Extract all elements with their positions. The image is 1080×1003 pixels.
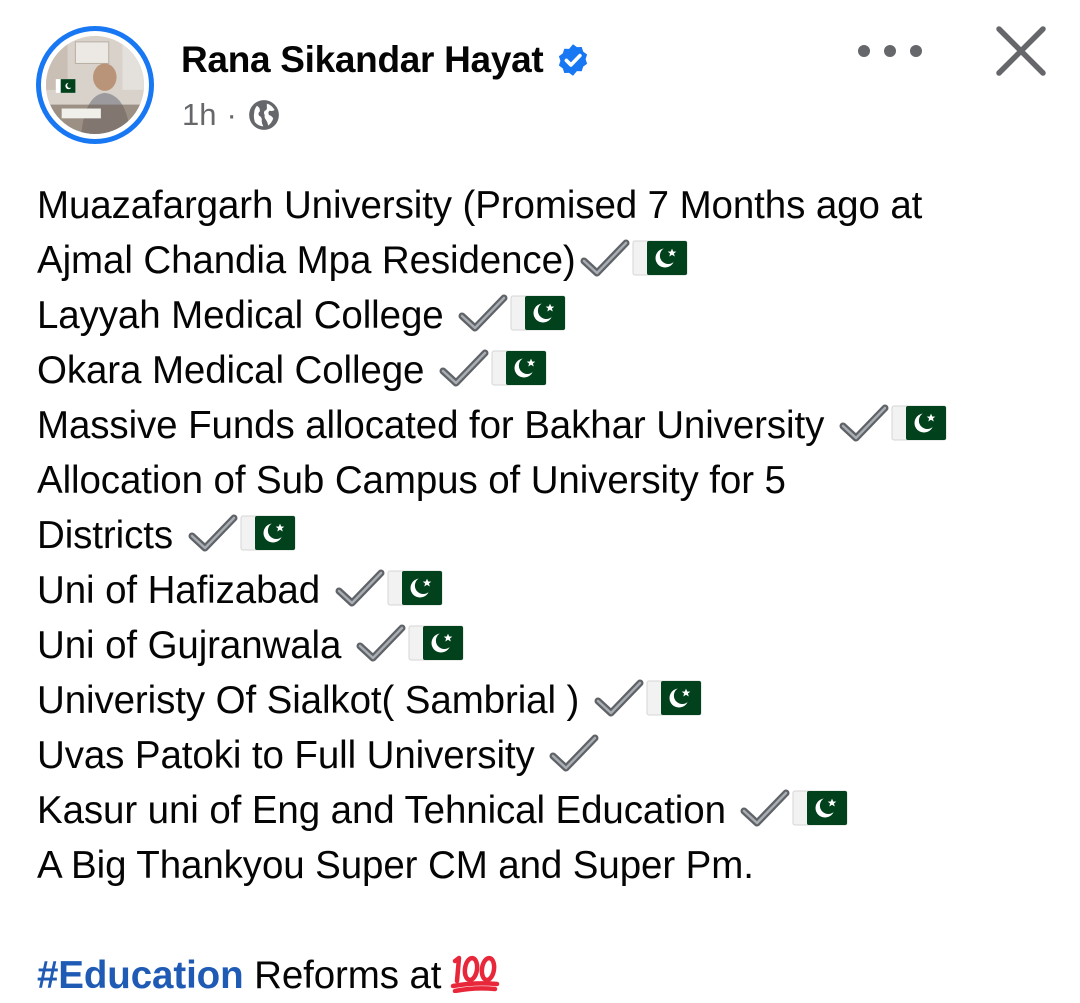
avatar-photo: [46, 36, 144, 134]
more-options-dot: [910, 45, 922, 57]
close-icon[interactable]: [992, 22, 1050, 80]
post-timestamp[interactable]: 1h: [182, 97, 216, 133]
check-mark-icon: [335, 569, 385, 607]
post-line-text: Allocation of Sub Campus of University f…: [37, 459, 786, 502]
post-body: Muazafargarh University (Promised 7 Mont…: [37, 178, 1057, 1003]
post-line-text: Univeristy Of Sialkot( Sambrial ): [37, 679, 590, 722]
post-line: Okara Medical College: [37, 343, 1057, 398]
pakistan-flag-icon: [240, 515, 296, 551]
pakistan-flag-icon: [792, 790, 848, 826]
post-line-text: Okara Medical College: [37, 349, 435, 392]
author-avatar[interactable]: [36, 26, 154, 144]
closing-text: Reforms at: [243, 954, 442, 997]
pakistan-flag-icon: [646, 680, 702, 716]
post-line-text: Uni of Hafizabad: [37, 569, 331, 612]
check-mark-icon: [594, 679, 644, 717]
post-line-text: Muazafargarh University (Promised 7 Mont…: [37, 184, 923, 227]
pakistan-flag-icon: [387, 570, 443, 606]
check-mark-icon: [580, 239, 630, 277]
check-mark-icon: [740, 789, 790, 827]
pakistan-flag-icon: [491, 350, 547, 386]
post-line: Uni of Hafizabad: [37, 563, 1057, 618]
check-mark-icon: [839, 404, 889, 442]
post-line-text: Uni of Gujranwala: [37, 624, 352, 667]
post-line: Districts: [37, 508, 1057, 563]
check-mark-icon: [458, 294, 508, 332]
post-line-text: A Big Thankyou Super CM and Super Pm.: [37, 844, 754, 887]
globe-icon[interactable]: [247, 98, 281, 132]
check-mark-icon: [439, 349, 489, 387]
author-row: Rana Sikandar Hayat: [181, 36, 591, 84]
author-name[interactable]: Rana Sikandar Hayat: [181, 39, 544, 81]
post-line-text: Layyah Medical College: [37, 294, 455, 337]
post-line: Univeristy Of Sialkot( Sambrial ): [37, 673, 1057, 728]
hundred-points-icon: [451, 955, 500, 993]
post-line-text: Districts: [37, 514, 184, 557]
post-line-text: Uvas Patoki to Full University: [37, 734, 546, 777]
more-options-dot: [884, 45, 896, 57]
meta-separator: ·: [226, 97, 237, 132]
post-line: Uvas Patoki to Full University: [37, 728, 1057, 783]
post-line-text: Massive Funds allocated for Bakhar Unive…: [37, 404, 835, 447]
post-header: Rana Sikandar Hayat 1h ·: [0, 0, 1080, 150]
pakistan-flag-icon: [891, 405, 947, 441]
post-line: Ajmal Chandia Mpa Residence): [37, 233, 1057, 288]
post-line: Layyah Medical College: [37, 288, 1057, 343]
post-meta: 1h ·: [182, 94, 281, 136]
post-line: Muazafargarh University (Promised 7 Mont…: [37, 178, 1057, 233]
post-line-text: Ajmal Chandia Mpa Residence): [37, 239, 576, 282]
post-line: Uni of Gujranwala: [37, 618, 1057, 673]
pakistan-flag-icon: [510, 295, 566, 331]
pakistan-flag-icon: [408, 625, 464, 661]
check-mark-icon: [356, 624, 406, 662]
post-line: A Big Thankyou Super CM and Super Pm.: [37, 838, 1057, 893]
check-mark-icon: [188, 514, 238, 552]
verified-badge-icon: [559, 44, 588, 76]
more-options-button[interactable]: [858, 34, 922, 68]
avatar-photo-graphic: [46, 36, 144, 134]
check-mark-icon: [549, 734, 599, 772]
post-line: Massive Funds allocated for Bakhar Unive…: [37, 398, 1057, 453]
more-options-dot: [858, 45, 870, 57]
post-line-text: Kasur uni of Eng and Tehnical Education: [37, 789, 737, 832]
hashtag-line: #Education Reforms at: [37, 948, 1057, 1003]
hashtag-link[interactable]: #Education: [37, 954, 244, 997]
post-line: Allocation of Sub Campus of University f…: [37, 453, 1057, 508]
post-line: Kasur uni of Eng and Tehnical Education: [37, 783, 1057, 838]
pakistan-flag-icon: [632, 240, 688, 276]
